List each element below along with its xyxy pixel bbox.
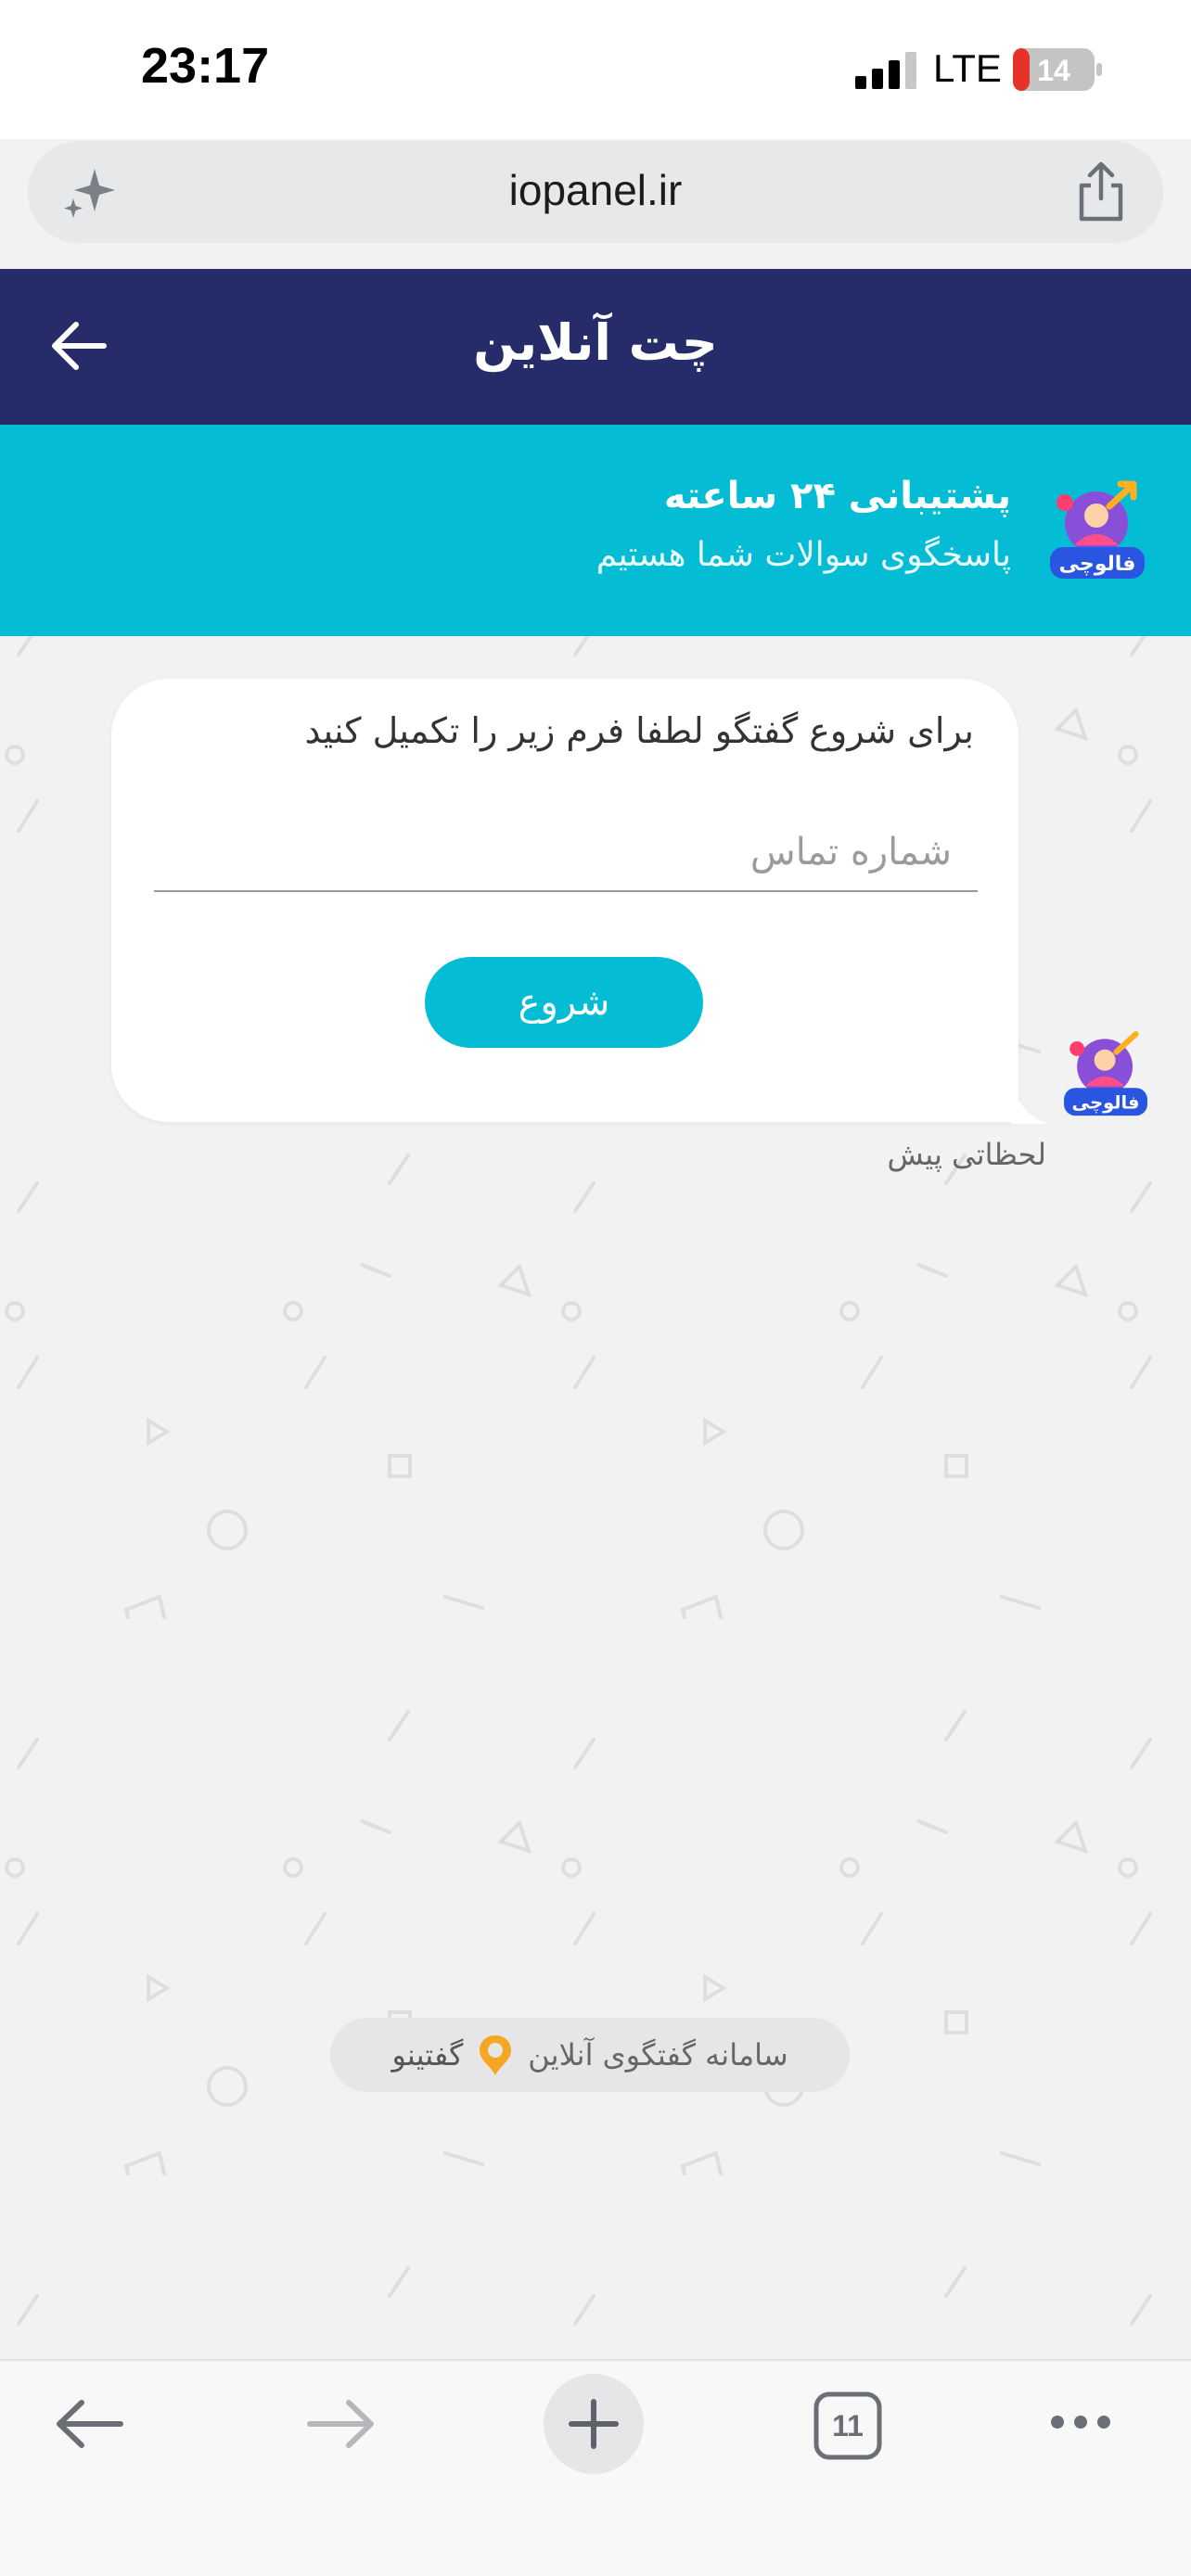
bubble-tail [1011, 1072, 1048, 1124]
chat-header: چت آنلاین [0, 269, 1191, 425]
page-title: چت آنلاین [473, 313, 718, 372]
tabs-count: 11 [832, 2409, 864, 2442]
battery-icon: 14 [1013, 48, 1102, 91]
url-bar[interactable]: iopanel.ir [28, 141, 1163, 243]
new-tab-button[interactable] [544, 2374, 644, 2474]
phone-number-field[interactable] [154, 814, 978, 892]
url-text[interactable]: iopanel.ir [28, 165, 1163, 215]
forward-icon[interactable] [306, 2398, 377, 2450]
plus-icon [569, 2399, 619, 2449]
svg-text:فالوچی: فالوچی [1072, 1091, 1140, 1113]
battery-level: 14 [1037, 54, 1070, 87]
agent-avatar: فالوچی [1064, 1030, 1147, 1116]
banner-subtitle: پاسخگوی سوالات شما هستیم [596, 536, 1011, 574]
share-icon[interactable] [1072, 159, 1130, 224]
message-bubble: برای شروع گفتگو لطفا فرم زیر را تکمیل کن… [111, 679, 1018, 1122]
status-time: 23:17 [141, 38, 270, 94]
back-icon[interactable] [54, 2398, 124, 2450]
powered-by-badge[interactable]: سامانه گفتگوی آنلاین گفتینو [330, 2018, 850, 2092]
network-label: LTE [933, 46, 1002, 90]
support-banner: پشتیبانی ۲۴ ساعته پاسخگوی سوالات شما هست… [0, 425, 1191, 636]
banner-title: پشتیبانی ۲۴ ساعته [663, 475, 1011, 517]
svg-text:فالوچی: فالوچی [1059, 553, 1136, 576]
powered-brand: گفتینو [391, 2037, 464, 2072]
brand-logo: فالوچی [1050, 480, 1145, 579]
location-pin-icon [480, 2035, 512, 2075]
powered-text: سامانه گفتگوی آنلاین [528, 2037, 788, 2072]
message-time: لحظاتی پیش [887, 1137, 1046, 1172]
more-icon[interactable] [1048, 2411, 1113, 2433]
message-text: برای شروع گفتگو لطفا فرم زیر را تکمیل کن… [304, 710, 974, 751]
chat-area[interactable]: برای شروع گفتگو لطفا فرم زیر را تکمیل کن… [0, 636, 1191, 2359]
start-button[interactable]: شروع [425, 957, 703, 1048]
status-bar: 23:17 LTE 14 [0, 0, 1191, 139]
signal-icon [855, 52, 916, 89]
tabs-icon[interactable]: 11 [813, 2391, 883, 2461]
browser-toolbar: 11 [0, 2359, 1191, 2576]
